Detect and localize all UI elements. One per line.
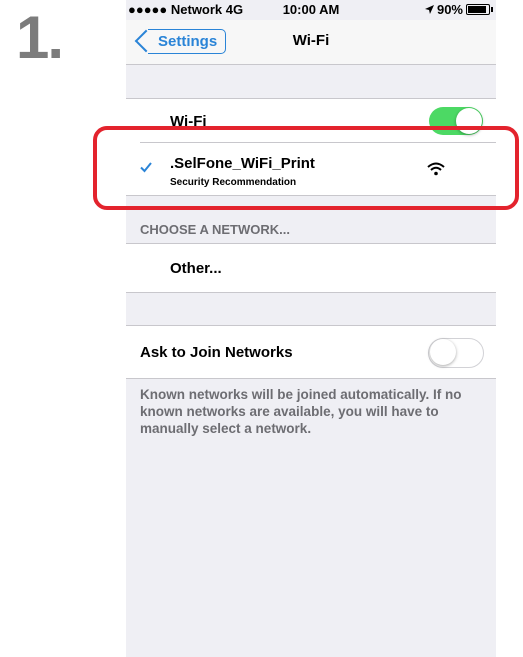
section-header-choose-network: CHOOSE A NETWORK...	[140, 222, 290, 237]
footer-description: Known networks will be joined automatica…	[140, 387, 462, 436]
battery-icon	[466, 4, 493, 15]
status-bar: ●●●●● Network 4G 10:00 AM 90%	[126, 0, 496, 20]
step-number: 1.	[16, 4, 64, 71]
location-arrow-icon	[424, 5, 434, 14]
phone-screen: ●●●●● Network 4G 10:00 AM 90% Settings W…	[126, 0, 496, 657]
ask-to-join-label: Ask to Join Networks	[140, 344, 293, 361]
toggle-knob	[430, 339, 456, 365]
status-right: 90%	[424, 2, 493, 17]
highlight-box	[93, 126, 519, 210]
battery-percent: 90%	[436, 2, 463, 17]
divider	[126, 292, 496, 293]
other-network-row[interactable]: Other...	[126, 244, 496, 292]
page-title: Wi-Fi	[292, 32, 330, 49]
ask-to-join-row: Ask to Join Networks	[126, 326, 496, 378]
ask-to-join-toggle[interactable]	[428, 338, 484, 368]
other-label: Other...	[170, 260, 222, 277]
divider	[126, 378, 496, 379]
navigation-bar: Settings Wi-Fi	[126, 20, 496, 65]
